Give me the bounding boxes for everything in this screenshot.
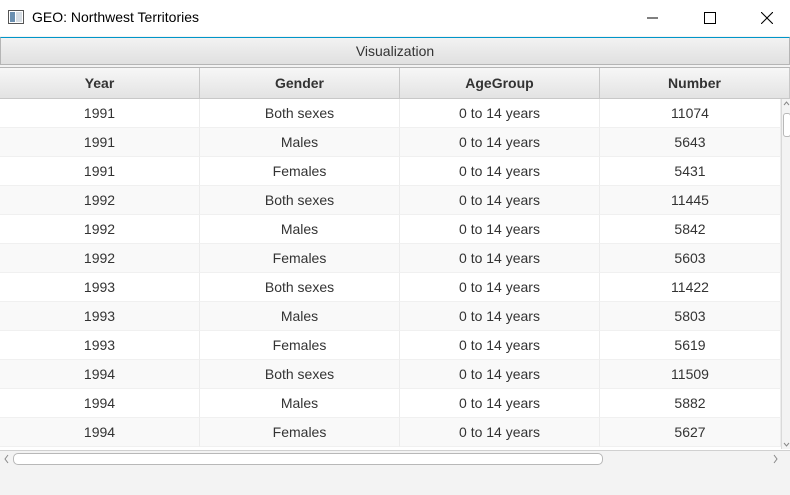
cell-gender[interactable]: Males xyxy=(200,128,400,157)
cell-number[interactable]: 5882 xyxy=(600,389,781,418)
maximize-icon xyxy=(704,12,716,24)
close-button[interactable] xyxy=(744,0,790,36)
cell-gender[interactable]: Both sexes xyxy=(200,360,400,389)
horizontal-scroll-thumb[interactable] xyxy=(13,453,603,465)
minimize-button[interactable] xyxy=(630,0,676,36)
cell-year[interactable]: 1992 xyxy=(0,186,200,215)
table-row[interactable]: 1992 Males 0 to 14 years 5842 xyxy=(0,215,781,244)
scroll-down-icon[interactable] xyxy=(782,439,790,449)
cell-year[interactable]: 1993 xyxy=(0,273,200,302)
cell-agegroup[interactable]: 0 to 14 years xyxy=(400,302,600,331)
cell-agegroup[interactable]: 0 to 14 years xyxy=(400,215,600,244)
cell-year[interactable]: 1991 xyxy=(0,157,200,186)
scroll-right-icon[interactable] xyxy=(770,453,780,465)
cell-number[interactable]: 5619 xyxy=(600,331,781,360)
cell-number[interactable]: 5643 xyxy=(600,128,781,157)
cell-gender[interactable]: Both sexes xyxy=(200,273,400,302)
cell-agegroup[interactable]: 0 to 14 years xyxy=(400,331,600,360)
scroll-left-icon[interactable] xyxy=(2,453,12,465)
cell-agegroup[interactable]: 0 to 14 years xyxy=(400,389,600,418)
cell-gender[interactable]: Females xyxy=(200,157,400,186)
cell-number[interactable]: 5842 xyxy=(600,215,781,244)
table-row[interactable]: 1991 Both sexes 0 to 14 years 11074 xyxy=(0,99,781,128)
cell-number[interactable]: 11074 xyxy=(600,99,781,128)
visualization-button[interactable]: Visualization xyxy=(0,37,790,65)
cell-agegroup[interactable]: 0 to 14 years xyxy=(400,244,600,273)
scroll-up-icon[interactable] xyxy=(782,99,790,109)
cell-gender[interactable]: Males xyxy=(200,389,400,418)
window-title: GEO: Northwest Territories xyxy=(32,9,200,25)
column-header-agegroup[interactable]: AgeGroup xyxy=(400,68,600,98)
cell-number[interactable]: 5603 xyxy=(600,244,781,273)
cell-number[interactable]: 5803 xyxy=(600,302,781,331)
table-row[interactable]: 1994 Both sexes 0 to 14 years 11509 xyxy=(0,360,781,389)
table-row[interactable]: 1992 Both sexes 0 to 14 years 11445 xyxy=(0,186,781,215)
table-row[interactable]: 1992 Females 0 to 14 years 5603 xyxy=(0,244,781,273)
column-header-number[interactable]: Number xyxy=(600,68,790,98)
cell-year[interactable]: 1992 xyxy=(0,244,200,273)
table-row[interactable]: 1993 Females 0 to 14 years 5619 xyxy=(0,331,781,360)
table-row[interactable]: 1991 Males 0 to 14 years 5643 xyxy=(0,128,781,157)
table-row[interactable]: 1993 Both sexes 0 to 14 years 11422 xyxy=(0,273,781,302)
cell-year[interactable]: 1994 xyxy=(0,389,200,418)
cell-number[interactable]: 11422 xyxy=(600,273,781,302)
minimize-icon xyxy=(647,17,658,19)
horizontal-scrollbar[interactable] xyxy=(0,450,790,467)
column-header-year[interactable]: Year xyxy=(0,68,200,98)
cell-number[interactable]: 5627 xyxy=(600,418,781,447)
title-bar: GEO: Northwest Territories xyxy=(0,0,790,36)
cell-year[interactable]: 1992 xyxy=(0,215,200,244)
cell-number[interactable]: 11445 xyxy=(600,186,781,215)
cell-year[interactable]: 1994 xyxy=(0,360,200,389)
cell-gender[interactable]: Females xyxy=(200,331,400,360)
cell-year[interactable]: 1991 xyxy=(0,128,200,157)
table-row[interactable]: 1994 Males 0 to 14 years 5882 xyxy=(0,389,781,418)
close-icon xyxy=(761,12,773,24)
column-header-gender[interactable]: Gender xyxy=(200,68,400,98)
cell-gender[interactable]: Females xyxy=(200,244,400,273)
table-row[interactable]: 1991 Females 0 to 14 years 5431 xyxy=(0,157,781,186)
cell-number[interactable]: 11509 xyxy=(600,360,781,389)
table-row[interactable]: 1993 Males 0 to 14 years 5803 xyxy=(0,302,781,331)
data-table: Year Gender AgeGroup Number 1991 Both sex… xyxy=(0,67,790,451)
cell-gender[interactable]: Males xyxy=(200,302,400,331)
window-icon xyxy=(8,10,24,24)
cell-gender[interactable]: Both sexes xyxy=(200,99,400,128)
cell-agegroup[interactable]: 0 to 14 years xyxy=(400,128,600,157)
cell-gender[interactable]: Females xyxy=(200,418,400,447)
cell-agegroup[interactable]: 0 to 14 years xyxy=(400,273,600,302)
table-row[interactable]: 1994 Females 0 to 14 years 5627 xyxy=(0,418,781,447)
cell-gender[interactable]: Both sexes xyxy=(200,186,400,215)
cell-year[interactable]: 1993 xyxy=(0,331,200,360)
table-body: 1991 Both sexes 0 to 14 years 11074 1991 Male… xyxy=(0,99,781,447)
cell-agegroup[interactable]: 0 to 14 years xyxy=(400,186,600,215)
cell-year[interactable]: 1991 xyxy=(0,99,200,128)
cell-number[interactable]: 5431 xyxy=(600,157,781,186)
table-header: Year Gender AgeGroup Number xyxy=(0,68,790,99)
vertical-scrollbar[interactable] xyxy=(781,99,790,449)
cell-year[interactable]: 1993 xyxy=(0,302,200,331)
vertical-scroll-thumb[interactable] xyxy=(783,113,790,137)
maximize-button[interactable] xyxy=(687,0,733,36)
cell-gender[interactable]: Males xyxy=(200,215,400,244)
cell-agegroup[interactable]: 0 to 14 years xyxy=(400,418,600,447)
cell-agegroup[interactable]: 0 to 14 years xyxy=(400,360,600,389)
cell-year[interactable]: 1994 xyxy=(0,418,200,447)
cell-agegroup[interactable]: 0 to 14 years xyxy=(400,99,600,128)
cell-agegroup[interactable]: 0 to 14 years xyxy=(400,157,600,186)
